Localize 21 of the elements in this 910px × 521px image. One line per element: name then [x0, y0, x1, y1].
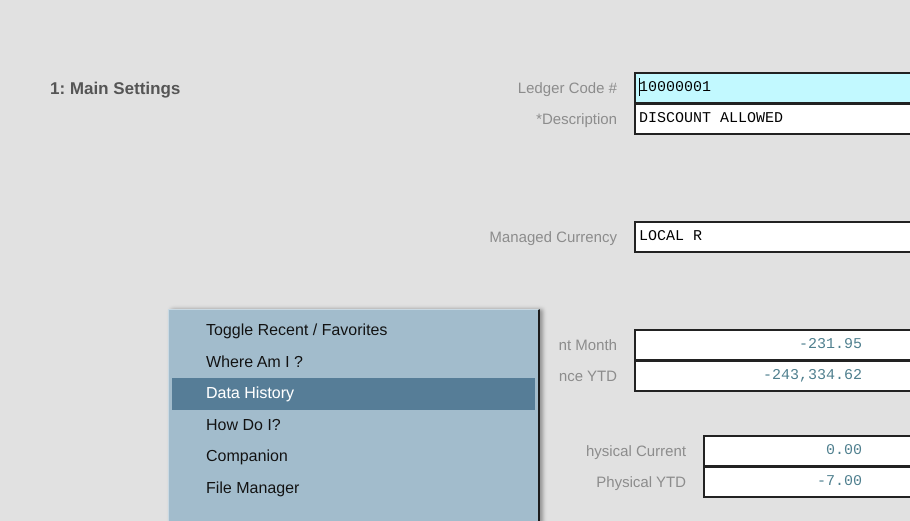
- input-field[interactable]: 10000001: [634, 72, 910, 104]
- input-field[interactable]: LOCAL R: [634, 221, 910, 253]
- section-heading: 1: Main Settings: [49, 79, 180, 99]
- field-label: Ledger Code #: [518, 80, 617, 96]
- menu-item[interactable]: How Do I?: [172, 410, 535, 441]
- menu-item[interactable]: Data History: [172, 378, 535, 410]
- input-field[interactable]: 0.00: [703, 435, 910, 467]
- field-label: hysical Current: [586, 442, 686, 460]
- field-label: Physical YTD: [596, 474, 686, 490]
- input-field[interactable]: -243,334.62: [634, 360, 910, 392]
- field-label: *Description: [536, 110, 617, 128]
- input-field[interactable]: -231.95: [634, 329, 910, 361]
- menu-item[interactable]: Where Am I ?: [172, 346, 535, 378]
- menu-item[interactable]: File Manager: [172, 472, 535, 504]
- field-label: nt Month: [558, 336, 617, 354]
- input-field[interactable]: -7.00: [703, 466, 910, 498]
- menu-item[interactable]: Companion: [172, 441, 535, 472]
- field-label: Managed Currency: [489, 228, 617, 246]
- field-label: nce YTD: [558, 368, 617, 384]
- input-field[interactable]: DISCOUNT ALLOWED: [634, 103, 910, 135]
- menu-item[interactable]: Toggle Recent / Favorites: [172, 315, 535, 346]
